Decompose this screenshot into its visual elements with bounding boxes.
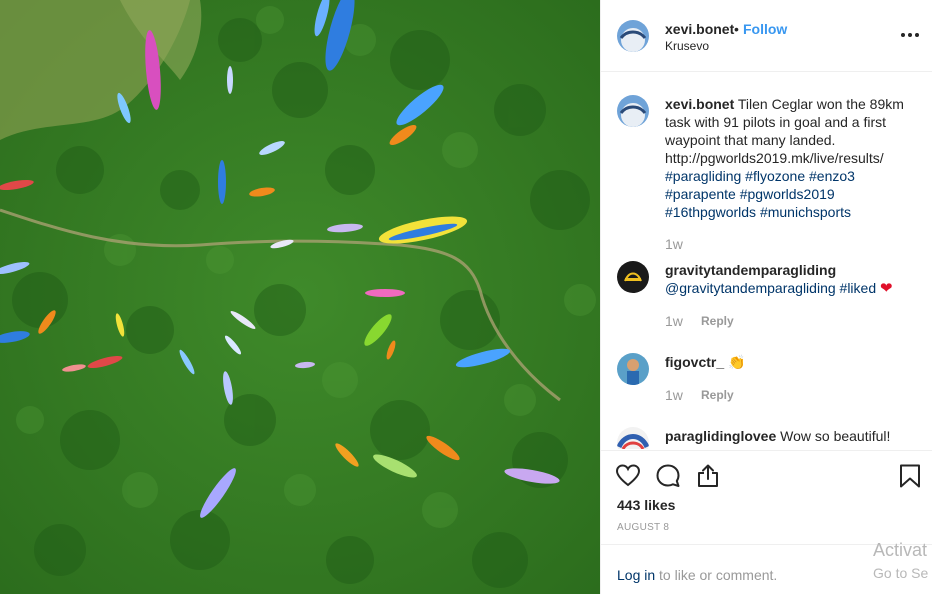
caption-hashtags-1[interactable]: #paragliding #flyozone #enzo3 xyxy=(665,168,855,184)
activate-watermark: Activat xyxy=(873,540,928,560)
caption-meta: 1w xyxy=(665,236,683,252)
heart-outline-icon[interactable] xyxy=(615,463,641,489)
login-link[interactable]: Log in xyxy=(617,567,655,583)
bookmark-icon[interactable] xyxy=(897,463,923,489)
comment-3-username[interactable]: paraglidinglovee xyxy=(665,428,776,444)
caption-hashtags-3[interactable]: #16thpgworlds #munichsports xyxy=(665,204,851,220)
likes-count[interactable]: 443 likes xyxy=(617,497,675,513)
caption-text: xevi.bonet Tilen Ceglar won the 89km tas… xyxy=(665,95,915,221)
more-options-icon[interactable] xyxy=(901,28,919,42)
commenter-avatar-1[interactable] xyxy=(617,261,649,293)
comment-3-text: paraglidinglovee Wow so beautiful! xyxy=(665,427,915,445)
comment-bubble-icon[interactable] xyxy=(655,463,681,489)
caption-avatar[interactable] xyxy=(617,95,649,127)
commenter-avatar-2[interactable] xyxy=(617,353,649,385)
caption-link[interactable]: http://pgworlds2019.mk/live/results/ xyxy=(665,150,884,166)
commenter-avatar-3[interactable] xyxy=(617,427,649,449)
comment-1-hashtag[interactable]: #liked xyxy=(840,280,877,296)
comment-2-username[interactable]: figovctr_ xyxy=(665,354,724,370)
login-rest: to like or comment. xyxy=(655,567,778,583)
post-date[interactable]: AUGUST 8 xyxy=(617,522,669,533)
author-username[interactable]: xevi.bonet xyxy=(665,21,734,37)
comments-list[interactable]: xevi.bonet Tilen Ceglar won the 89km tas… xyxy=(601,73,932,449)
comment-1-text: gravitytandemparagliding @gravitytandemp… xyxy=(665,261,915,298)
activate-watermark-sub: Go to Se xyxy=(873,565,929,581)
caption-username[interactable]: xevi.bonet xyxy=(665,96,734,112)
post-header: xevi.bonet • Follow Krusevo xyxy=(601,0,932,72)
comment-2-text: figovctr_ 👏 xyxy=(665,353,915,371)
post-side-panel: xevi.bonet • Follow Krusevo xevi.bonet T… xyxy=(600,0,932,594)
action-bar xyxy=(601,450,932,494)
location-link[interactable]: Krusevo xyxy=(665,39,709,53)
separator-dot: • xyxy=(734,21,739,37)
comment-1-meta: 1w Reply xyxy=(665,313,734,329)
red-heart-emoji: ❤ xyxy=(880,280,893,297)
comment-1-username[interactable]: gravitytandemparagliding xyxy=(665,262,836,278)
comment-1-mention[interactable]: @gravitytandemparagliding xyxy=(665,280,836,296)
author-avatar[interactable] xyxy=(617,20,649,52)
comment-1-reply-button[interactable]: Reply xyxy=(701,314,734,328)
comment-3-body: Wow so beautiful! xyxy=(780,428,891,444)
comment-2-reply-button[interactable]: Reply xyxy=(701,388,734,402)
aerial-forest-image xyxy=(0,0,600,594)
comment-2-age[interactable]: 1w xyxy=(665,387,683,403)
comment-2-meta: 1w Reply xyxy=(665,387,734,403)
clapping-hands-emoji: 👏 xyxy=(728,354,746,370)
comment-1-age[interactable]: 1w xyxy=(665,313,683,329)
login-text: Log in to like or comment. xyxy=(617,567,777,583)
caption-age[interactable]: 1w xyxy=(665,236,683,252)
follow-button[interactable]: Follow xyxy=(743,21,787,37)
caption-hashtags-2[interactable]: #parapente #pgworlds2019 xyxy=(665,186,835,202)
post-photo[interactable] xyxy=(0,0,600,594)
share-upload-icon[interactable] xyxy=(695,463,721,489)
